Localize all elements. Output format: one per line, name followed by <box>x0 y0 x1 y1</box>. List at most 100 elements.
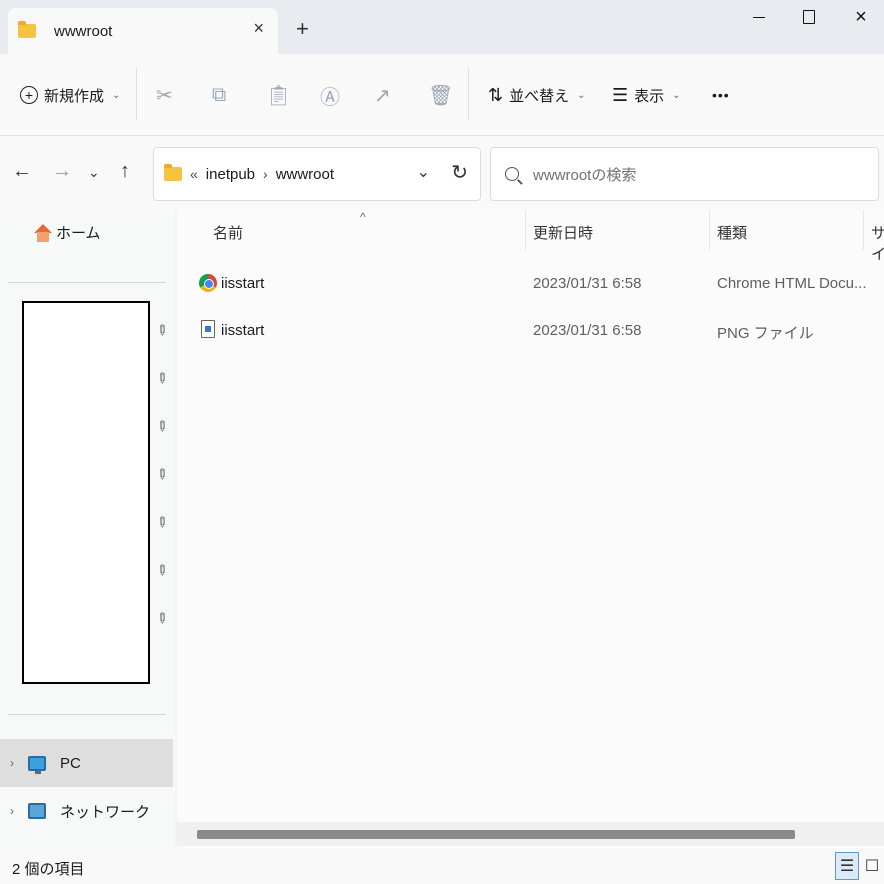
rename-icon: Ⓐ <box>320 86 340 109</box>
paste-button[interactable]: 📋︎ <box>266 54 291 136</box>
chevron-right-icon[interactable]: › <box>10 804 14 818</box>
search-icon <box>505 167 519 181</box>
address-dropdown-button[interactable]: ⌄ <box>417 162 430 182</box>
up-button[interactable]: ↑ <box>120 160 130 183</box>
search-input[interactable]: wwwrootの検索 <box>533 164 636 185</box>
tab-wwwroot[interactable]: wwwroot × <box>8 8 278 54</box>
scrollbar-thumb[interactable] <box>197 830 795 839</box>
divider <box>8 714 166 715</box>
divider <box>8 282 166 283</box>
pin-icon: ✎ <box>152 416 173 436</box>
file-type: PNG ファイル <box>717 325 814 342</box>
sidebar-item-home[interactable]: ホーム <box>34 222 101 243</box>
refresh-button[interactable]: ↻ <box>451 160 468 185</box>
pin-icon: ✎ <box>152 368 173 388</box>
details-view-button[interactable]: ☰ <box>835 852 859 880</box>
file-date: 2023/01/31 6:58 <box>533 275 642 292</box>
column-header-name[interactable]: 名前 <box>213 222 243 243</box>
sidebar-item-label: PC <box>60 754 81 772</box>
file-date: 2023/01/31 6:58 <box>533 322 642 339</box>
chevron-right-icon: › <box>263 166 268 182</box>
close-window-button[interactable]: × <box>838 4 884 30</box>
table-row[interactable]: iisstart 2023/01/31 6:58 Chrome HTML Doc… <box>177 261 884 307</box>
chevron-right-icon[interactable]: › <box>10 756 14 770</box>
folder-icon <box>164 164 182 181</box>
title-bar: wwwroot × + × <box>0 0 884 54</box>
minimize-button[interactable] <box>736 4 782 30</box>
share-icon: ↗ <box>374 84 391 107</box>
tab-title: wwwroot <box>54 22 113 40</box>
back-button[interactable]: ← <box>12 160 32 183</box>
sort-ascending-icon: ^ <box>360 210 366 224</box>
new-label: 新規作成 <box>44 87 105 105</box>
address-bar[interactable]: « inetpub › wwwroot ⌄ ↻ <box>153 147 481 201</box>
column-header-type[interactable]: 種類 <box>717 222 747 243</box>
command-bar: + 新規作成 ⌄ ✂ ⧉ 📋︎ Ⓐ ↗ 🗑︎ ⇅ 並べ替え ⌄ ☰ 表示 ⌄ •… <box>0 54 884 136</box>
navigation-pane: ホーム ✎ ✎ ✎ ✎ ✎ ✎ ✎ › PC › ネットワーク <box>0 210 175 848</box>
minimize-icon <box>753 16 765 18</box>
sidebar-item-pc[interactable]: › PC <box>0 739 173 787</box>
pin-icon: ✎ <box>152 560 173 580</box>
pin-icon: ✎ <box>152 512 173 532</box>
network-icon <box>28 803 46 819</box>
copy-icon: ⧉ <box>212 83 227 106</box>
tiles-view-button[interactable]: ☐ <box>860 852 884 880</box>
divider <box>136 68 137 120</box>
breadcrumb-wwwroot[interactable]: wwwroot <box>276 166 334 183</box>
sort-label: 並べ替え <box>509 87 570 105</box>
status-bar: 2 個の項目 ☰ ☐ <box>0 848 884 884</box>
new-tab-button[interactable]: + <box>296 16 309 42</box>
forward-button[interactable]: → <box>52 160 72 183</box>
sidebar-item-network[interactable]: › ネットワーク <box>0 787 173 835</box>
delete-button[interactable]: 🗑︎ <box>428 54 453 136</box>
file-type: Chrome HTML Docu... <box>717 275 867 292</box>
chevron-down-icon: ⌄ <box>112 89 121 101</box>
column-header-size[interactable]: サイ <box>871 222 884 264</box>
divider <box>468 68 469 120</box>
breadcrumb-overflow[interactable]: « <box>190 166 198 182</box>
search-box[interactable]: wwwrootの検索 <box>490 147 879 201</box>
redacted-quick-access-list <box>22 301 150 684</box>
sort-icon: ⇅ <box>488 84 504 105</box>
view-label: 表示 <box>634 87 665 105</box>
copy-button[interactable]: ⧉ <box>212 54 226 136</box>
breadcrumb-inetpub[interactable]: inetpub <box>206 166 255 183</box>
cut-button[interactable]: ✂ <box>156 54 173 136</box>
sidebar-item-label: ホーム <box>56 225 101 242</box>
close-icon: × <box>855 6 867 28</box>
maximize-button[interactable] <box>786 4 832 30</box>
column-divider[interactable] <box>525 210 526 250</box>
clipboard-icon: 📋︎ <box>266 84 292 107</box>
table-row[interactable]: iisstart 2023/01/31 6:58 PNG ファイル <box>177 308 884 354</box>
pc-icon <box>28 755 46 774</box>
pin-icon: ✎ <box>152 464 173 484</box>
chevron-down-icon: ⌄ <box>672 89 681 101</box>
home-icon <box>34 223 52 242</box>
file-list: ^ 名前 更新日時 種類 サイ iisstart 2023/01/31 6:58… <box>177 210 884 848</box>
column-divider[interactable] <box>863 210 864 250</box>
list-icon: ☰ <box>612 84 629 105</box>
item-count: 2 個の項目 <box>12 861 85 878</box>
close-tab-button[interactable]: × <box>253 18 264 39</box>
scissors-icon: ✂ <box>156 84 173 107</box>
pin-icon: ✎ <box>152 320 173 340</box>
trash-icon: 🗑︎ <box>428 84 454 107</box>
folder-icon <box>18 21 36 38</box>
file-name: iisstart <box>221 322 265 339</box>
pin-icon: ✎ <box>152 608 173 628</box>
chrome-html-icon <box>199 274 217 292</box>
share-button[interactable]: ↗ <box>374 54 391 136</box>
png-file-icon <box>201 320 215 338</box>
recent-locations-button[interactable]: ⌄ <box>88 164 100 181</box>
view-button[interactable]: ☰ 表示 ⌄ <box>612 54 681 136</box>
new-button[interactable]: + 新規作成 ⌄ <box>20 54 120 136</box>
chevron-down-icon: ⌄ <box>577 89 586 101</box>
column-divider[interactable] <box>709 210 710 250</box>
add-icon: + <box>20 86 38 104</box>
maximize-icon <box>803 10 815 24</box>
sort-button[interactable]: ⇅ 並べ替え ⌄ <box>488 54 586 136</box>
more-button[interactable]: ••• <box>712 54 730 136</box>
sidebar-item-label: ネットワーク <box>60 803 151 821</box>
rename-button[interactable]: Ⓐ <box>320 54 340 136</box>
column-header-date[interactable]: 更新日時 <box>533 222 593 243</box>
